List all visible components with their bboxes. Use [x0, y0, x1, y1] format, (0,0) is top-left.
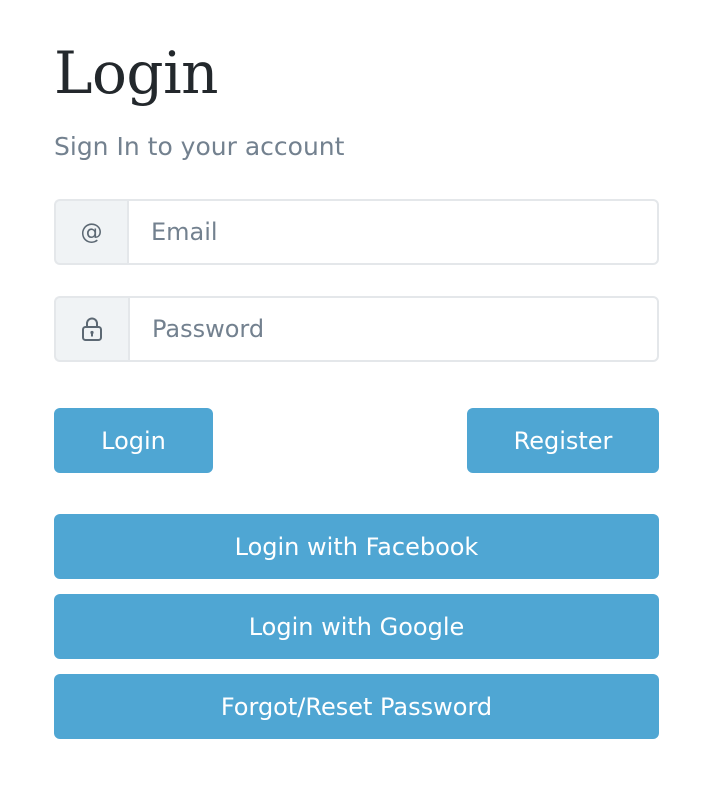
login-with-facebook-button[interactable]: Login with Facebook — [54, 514, 659, 579]
register-button[interactable]: Register — [467, 408, 659, 473]
at-sign-icon: @ — [54, 199, 127, 265]
email-field[interactable] — [127, 199, 659, 265]
email-input-group: @ — [54, 199, 659, 265]
password-field[interactable] — [128, 296, 659, 362]
page-title: Login — [54, 39, 218, 107]
page-subtitle: Sign In to your account — [54, 132, 345, 161]
login-button[interactable]: Login — [54, 408, 213, 473]
lock-icon — [54, 296, 128, 362]
login-with-google-button[interactable]: Login with Google — [54, 594, 659, 659]
password-input-group — [54, 296, 659, 362]
forgot-reset-password-button[interactable]: Forgot/Reset Password — [54, 674, 659, 739]
